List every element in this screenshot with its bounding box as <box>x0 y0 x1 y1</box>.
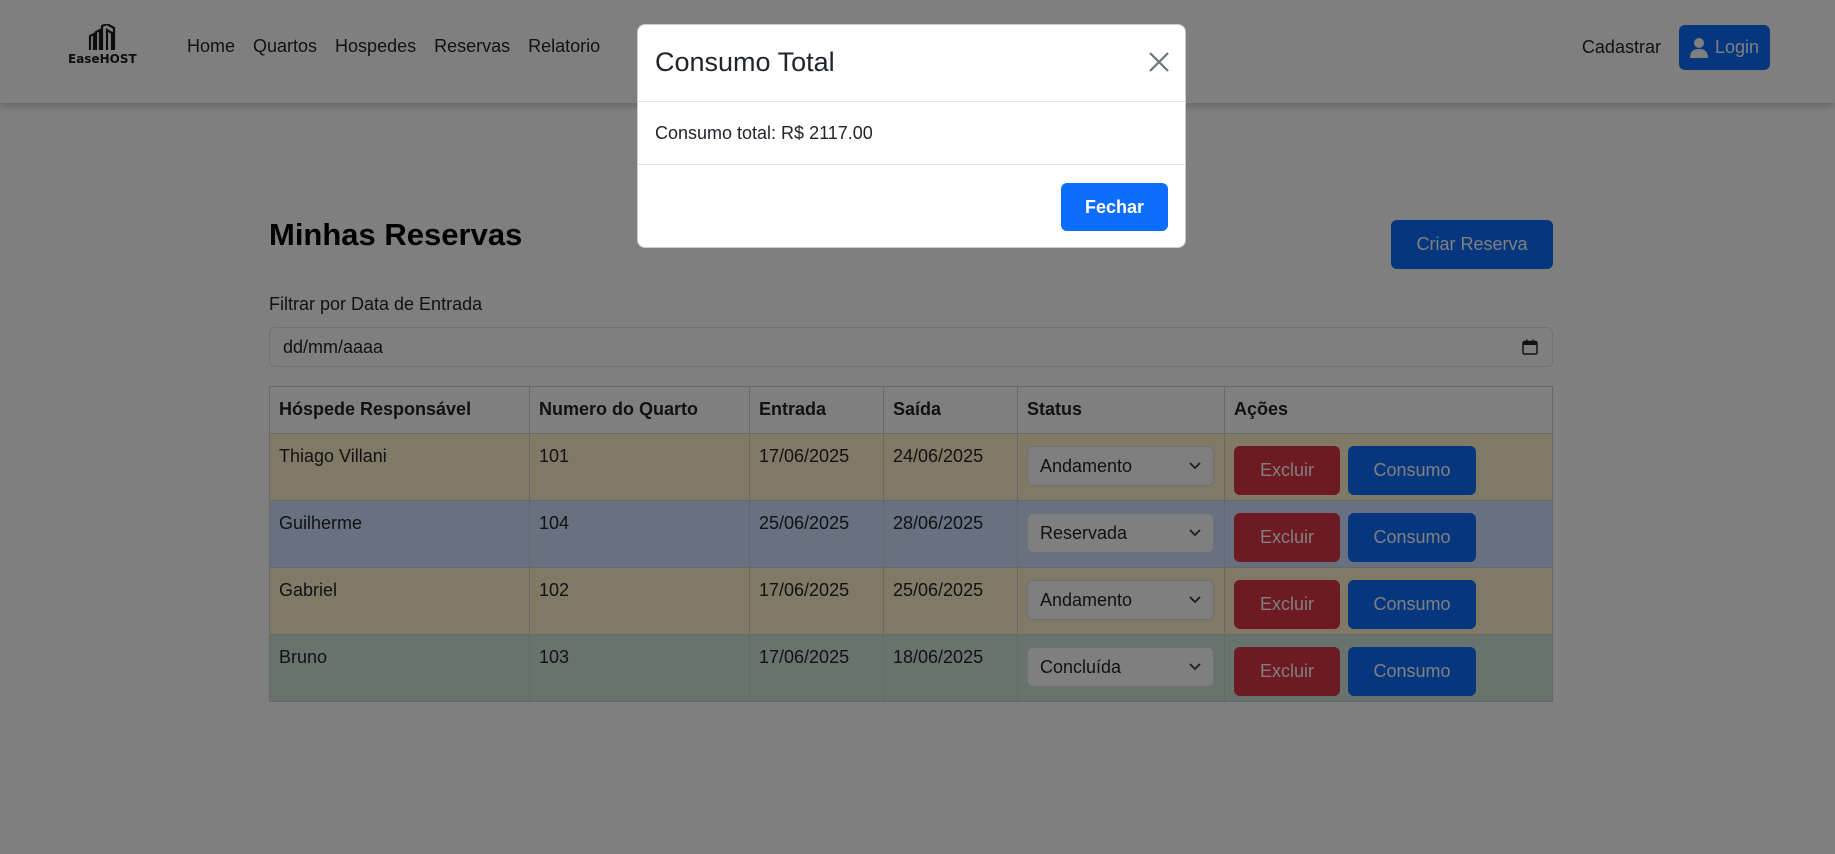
consumption-modal: Consumo Total Consumo total: R$ 2117.00 … <box>637 24 1186 248</box>
modal-body: Consumo total: R$ 2117.00 <box>638 102 1185 165</box>
close-icon[interactable] <box>1147 50 1171 74</box>
modal-footer: Fechar <box>638 165 1185 247</box>
modal-title: Consumo Total <box>655 47 835 77</box>
modal-header: Consumo Total <box>638 25 1185 102</box>
close-modal-button[interactable]: Fechar <box>1061 183 1168 231</box>
